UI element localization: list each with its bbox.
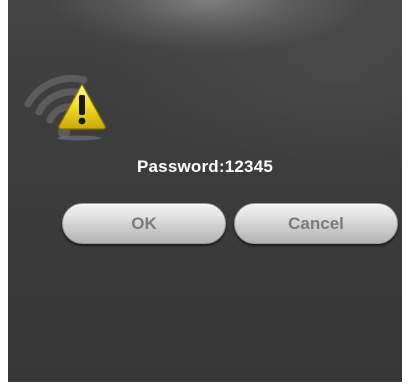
cancel-button[interactable]: Cancel: [234, 203, 398, 244]
password-dialog: Password:12345 OK Cancel: [8, 0, 402, 382]
wifi-warning-icon: [22, 60, 114, 142]
password-message: Password:12345: [136, 157, 274, 176]
screen: Password:12345 OK Cancel: [0, 0, 408, 388]
dialog-glare: [8, 0, 402, 382]
ok-button[interactable]: OK: [62, 203, 226, 244]
